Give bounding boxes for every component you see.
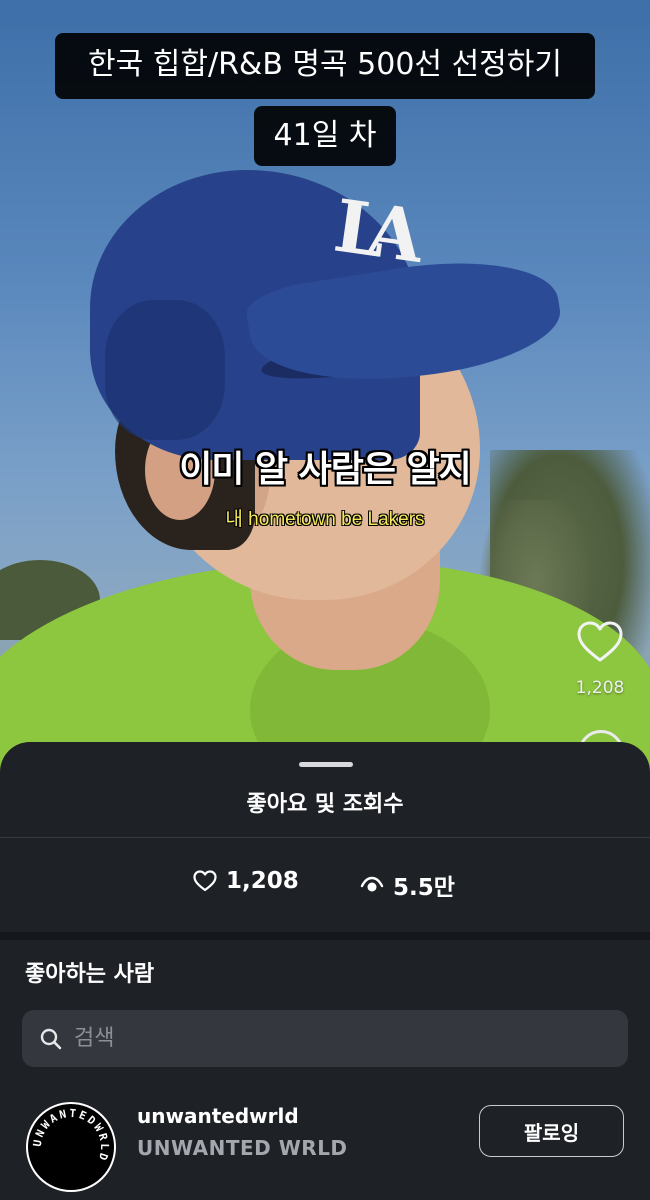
- cap-logo: LA: [329, 182, 411, 277]
- search-input[interactable]: [74, 1026, 574, 1051]
- video-title-line1: 한국 힙합/R&B 명곡 500선 선정하기: [55, 33, 595, 99]
- likes-stat: 1,208: [193, 868, 299, 894]
- avatar[interactable]: UNWANTEDWRLD: [26, 1102, 116, 1192]
- views-count: 5.5만: [393, 875, 455, 901]
- svg-text:UNWANTEDWRLD: UNWANTEDWRLD: [31, 1107, 111, 1164]
- views-stat: 5.5만: [360, 868, 455, 902]
- eye-icon: [360, 876, 384, 892]
- video-player[interactable]: LA 한국 힙합/R&B 명곡 500선 선정하기 41일 차 이미 알 사람은…: [0, 0, 650, 800]
- list-item[interactable]: UNWANTEDWRLD unwantedwrld UNWANTED WRLD …: [0, 1094, 650, 1192]
- sheet-drag-handle[interactable]: [299, 762, 353, 767]
- sheet-title: 좋아요 및 조회수: [246, 792, 404, 817]
- lyric-caption: 이미 알 사람은 알지: [179, 449, 472, 490]
- display-name: UNWANTED WRLD: [137, 1136, 348, 1160]
- lyric-subcaption: 내 hometown be Lakers: [225, 509, 425, 530]
- search-icon: [40, 1028, 62, 1049]
- avatar-logo: UNWANTEDWRLD: [31, 1107, 111, 1164]
- following-button[interactable]: 팔로잉: [479, 1105, 624, 1157]
- likes-count: 1,208: [226, 868, 299, 894]
- video-title-line2: 41일 차: [254, 106, 396, 166]
- cap-shade: [105, 300, 225, 440]
- likers-section-title: 좋아하는 사람: [25, 962, 155, 987]
- username[interactable]: unwantedwrld: [137, 1104, 299, 1128]
- section-divider: [0, 932, 650, 940]
- heart-outline-icon: [193, 870, 217, 892]
- divider: [0, 837, 650, 838]
- side-like-count: 1,208: [575, 678, 625, 698]
- search-bar[interactable]: [22, 1010, 628, 1067]
- likes-views-sheet: 좋아요 및 조회수 1,208 5.5만 좋아하는 사람 검색 UNWANTED…: [0, 742, 650, 1200]
- heart-outline-icon[interactable]: [575, 618, 625, 668]
